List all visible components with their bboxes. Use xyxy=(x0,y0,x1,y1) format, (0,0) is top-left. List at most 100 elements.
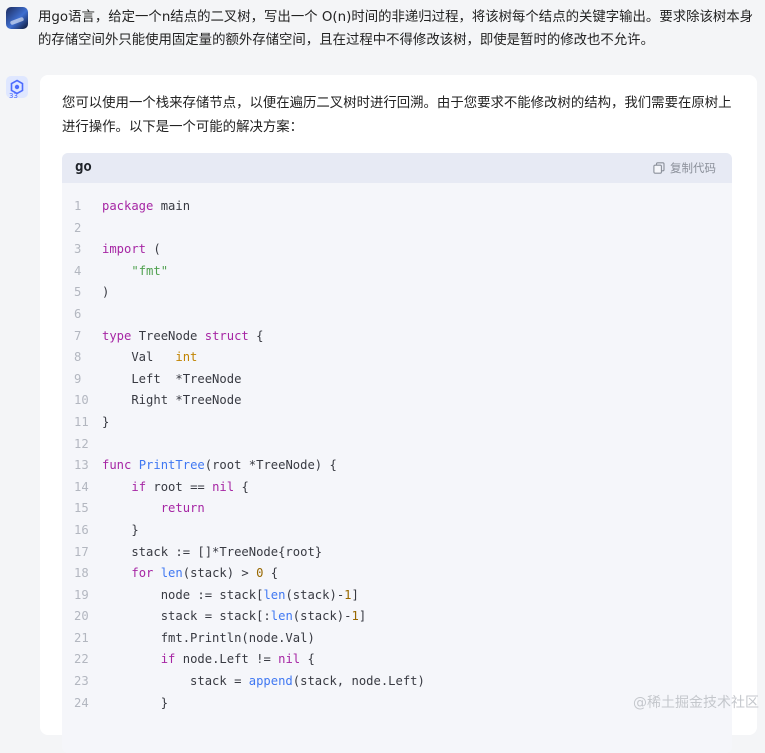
code-text: "fmt" xyxy=(102,264,168,278)
code-token: append xyxy=(248,674,293,689)
code-token: "fmt" xyxy=(131,263,169,278)
code-token: } xyxy=(102,695,169,710)
code-line: 9 Left *TreeNode xyxy=(62,369,732,391)
code-line: 16 } xyxy=(62,520,732,542)
code-text: fmt.Println(node.Val) xyxy=(102,631,315,645)
code-language-label: go xyxy=(75,159,92,175)
line-number: 8 xyxy=(74,350,82,365)
copy-icon xyxy=(653,162,665,174)
code-line: 14 if root == nil { xyxy=(62,477,732,499)
code-line: 19 node := stack[len(stack)-1] xyxy=(62,585,732,607)
code-line: 6 xyxy=(62,304,732,326)
code-token: if xyxy=(131,479,147,494)
code-token: { xyxy=(300,652,315,667)
code-token: return xyxy=(160,501,205,516)
code-token: 1 xyxy=(344,587,352,602)
line-number: 10 xyxy=(74,393,89,408)
code-text: ) xyxy=(102,285,109,299)
code-token: Right *TreeNode xyxy=(102,393,242,408)
code-text: } xyxy=(102,696,168,710)
line-number: 23 xyxy=(74,674,89,689)
line-number: 18 xyxy=(74,566,89,581)
code-token: node.Left != xyxy=(175,652,279,667)
code-text: type TreeNode struct { xyxy=(102,329,263,343)
code-token: { xyxy=(234,479,249,494)
code-text: Right *TreeNode xyxy=(102,393,241,407)
code-token: { xyxy=(263,566,279,581)
line-number: 24 xyxy=(74,695,89,710)
code-text: stack := []*TreeNode{root} xyxy=(102,545,322,559)
copy-code-button[interactable]: 复制代码 xyxy=(653,160,716,176)
bot-badge: 33 xyxy=(9,92,18,100)
answer-intro-text: 您可以使用一个栈来存储节点，以便在遍历二叉树时进行回溯。由于您要求不能修改树的结… xyxy=(62,96,732,135)
line-number: 14 xyxy=(74,479,89,494)
line-number: 15 xyxy=(74,501,89,516)
code-text: Left *TreeNode xyxy=(102,372,241,386)
code-token: len xyxy=(160,566,183,581)
code-token: if xyxy=(160,652,176,667)
code-line: 22 if node.Left != nil { xyxy=(62,649,732,671)
code-line: 24 } xyxy=(62,693,732,715)
code-line: 20 stack = stack[:len(stack)-1] xyxy=(62,606,732,628)
code-token: nil xyxy=(278,652,301,667)
code-token: } xyxy=(102,522,139,537)
code-token: ] xyxy=(351,587,359,602)
code-token: { xyxy=(248,328,264,343)
user-message-row: 用go语言，给定一个n结点的二叉树，写出一个 O(n)时间的非递归过程，将该树每… xyxy=(0,0,765,60)
code-text: stack = stack[:len(stack)-1] xyxy=(102,609,366,623)
line-number: 7 xyxy=(74,328,82,343)
code-token: (stack) > xyxy=(182,566,257,581)
code-line: 13 func PrintTree(root *TreeNode) { xyxy=(62,455,732,477)
copy-code-label: 复制代码 xyxy=(670,161,716,175)
watermark: @稀土掘金技术社区 xyxy=(633,695,759,711)
user-message-text: 用go语言，给定一个n结点的二叉树，写出一个 O(n)时间的非递归过程，将该树每… xyxy=(38,10,754,48)
code-line: 4 "fmt" xyxy=(62,261,732,283)
line-number: 13 xyxy=(74,458,89,473)
line-number: 2 xyxy=(74,220,82,235)
code-token: for xyxy=(131,566,154,581)
code-token: ( xyxy=(146,242,161,257)
code-token: ) xyxy=(102,285,110,300)
code-token: func xyxy=(102,458,132,473)
code-token: } xyxy=(102,414,110,429)
code-token: int xyxy=(175,350,198,365)
code-token: import xyxy=(102,242,147,257)
code-token: (stack)- xyxy=(285,587,345,602)
code-token: len xyxy=(270,609,293,624)
code-line: 2 xyxy=(62,218,732,240)
code-text: if node.Left != nil { xyxy=(102,652,315,666)
line-number: 17 xyxy=(74,544,89,559)
code-line: 17 stack := []*TreeNode{root} xyxy=(62,542,732,564)
code-line: 7 type TreeNode struct { xyxy=(62,326,732,348)
code-text: stack = append(stack, node.Left) xyxy=(102,674,425,688)
code-line: 3 import ( xyxy=(62,239,732,261)
line-number: 16 xyxy=(74,522,89,537)
code-line: 21 fmt.Println(node.Val) xyxy=(62,628,732,650)
line-number: 9 xyxy=(74,371,82,386)
line-number: 6 xyxy=(74,306,82,321)
code-body: 1 package main 2 3 import (4 "fmt" 5) 6 7 type T… xyxy=(62,183,732,714)
code-token: ] xyxy=(358,609,367,624)
code-token: package xyxy=(102,199,154,213)
code-token: main xyxy=(153,199,191,213)
line-number: 1 xyxy=(74,199,82,213)
code-token: (stack, node.Left) xyxy=(292,674,425,689)
code-token: root == xyxy=(146,479,213,494)
code-line: 11} xyxy=(62,412,732,434)
code-line: 5) xyxy=(62,282,732,304)
code-text: func PrintTree(root *TreeNode) { xyxy=(102,458,337,472)
user-avatar xyxy=(6,7,28,29)
line-number: 12 xyxy=(74,436,89,451)
code-token: (stack)- xyxy=(292,609,352,624)
code-line: 1 package main xyxy=(62,196,732,218)
line-number: 22 xyxy=(74,652,89,667)
code-token: nil xyxy=(212,479,235,494)
code-token: type xyxy=(102,328,132,343)
code-text: package main xyxy=(102,199,190,213)
